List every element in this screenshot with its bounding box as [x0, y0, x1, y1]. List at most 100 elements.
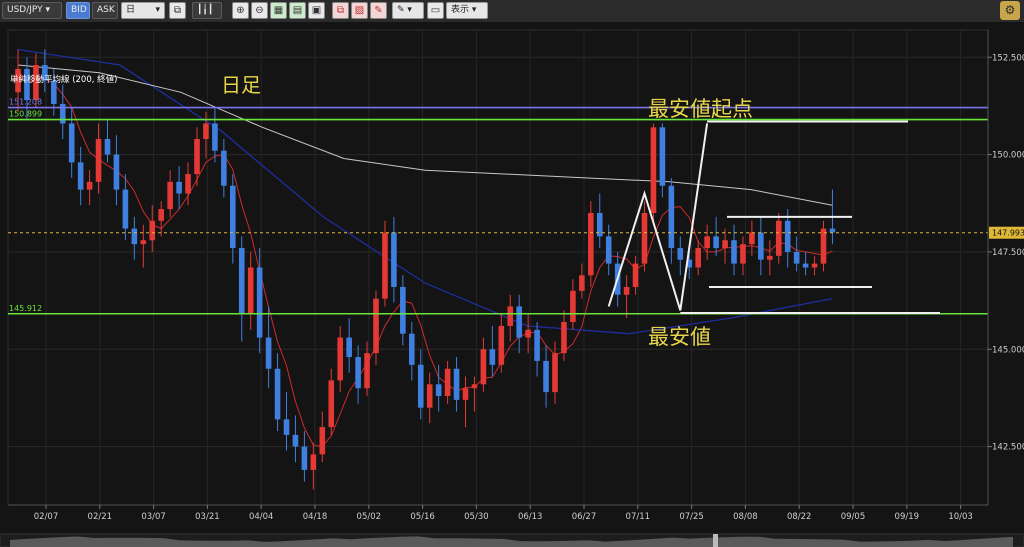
legend-entry-0: 単純移動平均線 (200, 終値) [10, 74, 117, 85]
bar-chart-icon: ┃╽┃ [197, 5, 214, 15]
candle-body-37 [346, 337, 352, 358]
date-tick-label-5: 04/18 [303, 512, 328, 522]
pen-icon: ✎ [397, 5, 405, 15]
level-label-1: 150.899 [9, 110, 42, 119]
price-tick-label-1: 150.000 [992, 151, 1024, 161]
date-tick-label-4: 04/04 [249, 512, 274, 522]
candle-body-45 [417, 364, 424, 408]
candle-body-59 [543, 360, 549, 393]
candle-body-32 [301, 446, 308, 470]
date-tick-label-0: 02/07 [34, 512, 59, 522]
candle-body-14 [140, 240, 147, 245]
navigator-handle [713, 534, 718, 547]
candle-body-90 [820, 228, 827, 264]
candle-body-84 [767, 255, 773, 260]
candle-body-71 [650, 127, 657, 213]
candle-body-88 [802, 263, 809, 268]
date-tick-label-3: 03/21 [195, 512, 220, 522]
candle-body-52 [480, 349, 487, 385]
candle-body-50 [462, 388, 469, 400]
candle-body-15 [149, 220, 156, 241]
draw-tool-select[interactable]: ✎ ▾ [392, 2, 424, 19]
save-icon[interactable]: ▭ [427, 2, 444, 19]
price-tick-label-3: 145.000 [992, 345, 1024, 355]
candle-body-26 [247, 267, 254, 315]
window-icon[interactable]: ▣ [308, 2, 325, 19]
zoom-out-icon[interactable]: ⊖ [251, 2, 268, 19]
indicator-legend: 単純移動平均線 (200, 終値) [10, 74, 117, 85]
candle-body-6 [68, 123, 75, 163]
annotation-2: 最安値 [648, 325, 711, 349]
candle-body-42 [391, 232, 397, 287]
ask-button[interactable]: ASK [92, 2, 118, 19]
candle-body-60 [552, 353, 558, 393]
price-tick-label-4: 142.500 [992, 443, 1024, 453]
timeframe-select[interactable]: 日 ▾ [121, 2, 165, 19]
candle-body-86 [784, 220, 791, 252]
candle-body-80 [731, 240, 737, 264]
indicator-settings-icon[interactable]: ✎ [370, 2, 387, 19]
link-icon[interactable]: ⧉ [169, 2, 186, 19]
candle-body-21 [203, 123, 209, 140]
symbol-select[interactable]: USD/JPY ▾ [2, 2, 62, 19]
candle-body-40 [373, 298, 379, 354]
candle-body-10 [104, 139, 111, 155]
candle-body-69 [632, 263, 639, 287]
candle-body-57 [525, 329, 531, 338]
price-chart: 151.208 150.899 145.912 147.993 152.500 150.… [0, 22, 1024, 547]
date-tick-label-9: 06/13 [518, 512, 543, 522]
indicator-add-icon[interactable]: ⧉ [332, 2, 349, 19]
candle-body-41 [382, 232, 388, 299]
candle-body-33 [310, 454, 317, 470]
candle-body-46 [426, 384, 433, 408]
annotation-1: 最安値起点 [648, 97, 753, 121]
candle-body-51 [471, 384, 478, 389]
layout-icon[interactable]: ▤ [289, 2, 306, 19]
candle-body-58 [534, 329, 540, 361]
candle-body-82 [749, 232, 755, 245]
date-tick-label-12: 07/25 [679, 512, 704, 522]
candle-body-19 [185, 174, 191, 194]
indicator-remove-icon[interactable]: ▨ [351, 2, 368, 19]
date-tick-label-1: 02/21 [88, 512, 113, 522]
date-tick-label-17: 10/03 [948, 512, 973, 522]
navigator-strip[interactable] [0, 533, 1024, 547]
candle-body-20 [194, 139, 200, 175]
candle-body-9 [95, 139, 102, 182]
candle-body-48 [444, 368, 451, 396]
candle-body-16 [158, 209, 164, 221]
bid-button[interactable]: BID [66, 2, 90, 19]
candle-body-72 [659, 127, 666, 186]
candle-body-49 [453, 368, 460, 400]
current-price-label: 147.993 [992, 229, 1024, 238]
candle-body-78 [713, 236, 719, 249]
date-tick-label-8: 05/30 [464, 512, 489, 522]
candle-body-53 [489, 349, 496, 365]
candle-body-76 [695, 248, 701, 268]
date-tick-label-13: 08/08 [733, 512, 758, 522]
candle-body-7 [77, 162, 84, 190]
chart-type-button[interactable]: ┃╽┃ [192, 2, 222, 19]
candle-body-61 [561, 322, 567, 354]
zoom-in-icon[interactable]: ⊕ [232, 2, 249, 19]
date-tick-label-15: 09/05 [841, 512, 866, 522]
price-tick-label-0: 152.500 [992, 53, 1024, 63]
settings-icon[interactable]: ⚙ [1000, 1, 1020, 20]
level-label-2: 145.912 [9, 304, 42, 313]
candle-body-29 [274, 368, 281, 420]
date-tick-label-7: 05/16 [410, 512, 435, 522]
date-tick-label-10: 06/27 [572, 512, 597, 522]
candle-body-8 [86, 181, 93, 190]
candle-body-62 [570, 290, 576, 323]
candle-body-31 [292, 434, 299, 447]
candle-body-23 [221, 150, 227, 186]
grid-icon[interactable]: ▦ [270, 2, 287, 19]
candle-body-11 [113, 154, 120, 190]
candle-body-73 [668, 185, 675, 249]
symbol-label: USD/JPY [7, 5, 43, 15]
candle-body-83 [758, 232, 764, 260]
candle-body-24 [230, 185, 236, 249]
display-menu[interactable]: 表示 ▾ [446, 2, 488, 19]
candle-body-12 [122, 189, 129, 229]
date-tick-label-14: 08/22 [787, 512, 812, 522]
